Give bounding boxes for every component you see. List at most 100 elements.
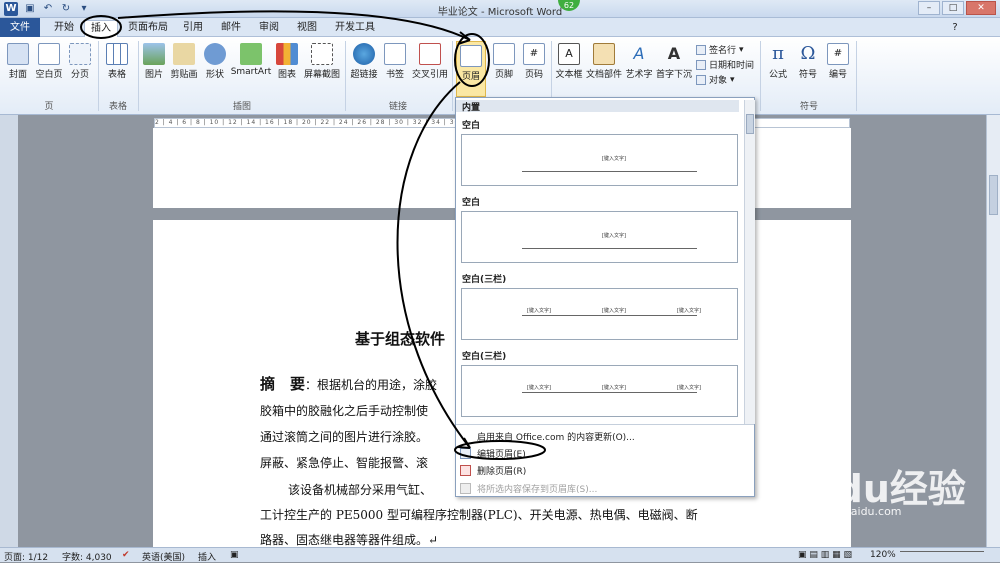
wordart-button[interactable]: A 艺术字 — [624, 43, 654, 80]
status-bar: 页面: 1/12 字数: 4,030 ✔ 英语(美国) 插入 ▣ ▣ ▤ ▥ ▦… — [0, 547, 1000, 563]
gallery-item-label: 空白(三栏) — [462, 275, 507, 285]
group-pages-label: 页 — [44, 102, 54, 112]
table-icon — [106, 43, 128, 65]
menu-remove-header[interactable]: 删除页眉(R) — [460, 464, 526, 477]
customize-qat-icon[interactable]: ▾ — [78, 3, 90, 15]
macro-record-icon[interactable]: ▣ — [230, 550, 239, 560]
tab-view[interactable]: 视图 — [292, 20, 322, 37]
tab-file[interactable]: 文件 — [0, 18, 40, 37]
clipart-button[interactable]: 剪贴画 — [168, 43, 200, 80]
smartart-button[interactable]: SmartArt — [230, 43, 272, 77]
cross-reference-button[interactable]: 交叉引用 — [410, 43, 450, 80]
language[interactable]: 英语(美国) — [142, 550, 185, 563]
page-count[interactable]: 页面: 1/12 — [4, 550, 48, 563]
date-time-button[interactable]: 日期和时间 — [696, 58, 754, 71]
divider — [98, 41, 99, 111]
window-controls: – □ ✕ — [918, 1, 996, 15]
view-buttons[interactable]: ▣ ▤ ▥ ▦ ▧ — [798, 550, 852, 560]
insert-mode[interactable]: 插入 — [198, 550, 216, 563]
header-button[interactable]: 页眉 — [456, 41, 486, 97]
header-option-blank[interactable]: [键入文字] — [461, 211, 738, 263]
ribbon-tabs: 文件 开始 插入 页面布局 引用 邮件 审阅 视图 开发工具 ? — [0, 18, 1000, 37]
gallery-scrollbar[interactable] — [744, 100, 755, 424]
abstract-line: 路器、固态继电器等器件组成。↵ — [260, 533, 439, 547]
equation-button[interactable]: π 公式 — [764, 43, 792, 80]
tab-page-layout[interactable]: 页面布局 — [124, 20, 172, 37]
textbox-button[interactable]: A 文本框 — [554, 43, 584, 80]
quick-parts-icon — [593, 43, 615, 65]
bookmark-icon — [384, 43, 406, 65]
word-logo-icon[interactable]: W — [4, 2, 18, 16]
header-option-three-column[interactable]: [键入文字] [键入文字] [键入文字] — [461, 288, 738, 340]
maximize-button[interactable]: □ — [942, 1, 964, 15]
scrollbar-thumb[interactable] — [989, 175, 998, 215]
shapes-button[interactable]: 形状 — [202, 43, 228, 80]
tab-insert[interactable]: 插入 — [84, 20, 118, 37]
pi-icon: π — [772, 43, 784, 64]
office-icon — [460, 431, 471, 442]
abstract-line: 屏蔽、紧急停止、智能报警、滚 — [260, 456, 429, 470]
close-button[interactable]: ✕ — [966, 1, 996, 15]
redo-icon[interactable]: ↻ — [60, 3, 72, 15]
menu-save-to-gallery[interactable]: 将所选内容保存到页眉库(S)... — [460, 482, 597, 495]
tab-references[interactable]: 引用 — [178, 20, 208, 37]
cross-reference-icon — [419, 43, 441, 65]
save-icon[interactable]: ▣ — [24, 3, 36, 15]
page-break-button[interactable]: 分页 — [66, 43, 94, 80]
proofing-icon[interactable]: ✔ — [122, 550, 130, 560]
blank-page-button[interactable]: 空白页 — [34, 43, 64, 80]
textbox-icon: A — [558, 43, 580, 65]
number-button[interactable]: # 编号 — [824, 43, 852, 80]
minimize-button[interactable]: – — [918, 1, 940, 15]
header-gallery-dropdown: 内置 空白 [键入文字] 空白 [键入文字] 空白(三栏) [键入文字] [键入文… — [455, 97, 755, 497]
drop-cap-button[interactable]: A 首字下沉 — [656, 43, 692, 80]
group-illustrations-label: 插图 — [232, 102, 251, 112]
symbol-button[interactable]: Ω 符号 — [794, 43, 822, 80]
document-title: 基于组态软件 — [355, 330, 446, 348]
word-count[interactable]: 字数: 4,030 — [62, 550, 112, 563]
smartart-icon — [240, 43, 262, 65]
gallery-scroll-thumb[interactable] — [746, 114, 754, 134]
divider — [456, 424, 754, 425]
object-button[interactable]: 对象 ▾ — [696, 73, 735, 86]
calendar-icon — [696, 59, 706, 70]
wordart-icon: A — [633, 44, 645, 63]
vertical-scrollbar[interactable] — [986, 115, 1000, 547]
blank-page-icon — [38, 43, 60, 65]
tab-mailings[interactable]: 邮件 — [216, 20, 246, 37]
shapes-icon — [204, 43, 226, 65]
page-number-icon: # — [523, 43, 545, 65]
quick-parts-button[interactable]: 文档部件 — [586, 43, 622, 80]
divider — [856, 41, 857, 111]
abstract-line: 摘 要：根据机台的用途，涂胶 — [260, 375, 438, 393]
header-option-blank[interactable]: [键入文字] — [461, 134, 738, 186]
undo-icon[interactable]: ↶ — [42, 3, 54, 15]
abstract-line: 通过滚筒之间的图片进行涂胶。 — [260, 430, 429, 444]
signature-line-button[interactable]: 签名行 ▾ — [696, 43, 744, 56]
drop-cap-icon: A — [667, 44, 681, 63]
divider — [138, 41, 139, 111]
page-number-button[interactable]: # 页码 — [520, 43, 548, 80]
cover-page-button[interactable]: 封面 — [4, 43, 32, 80]
screenshot-button[interactable]: 屏幕截图 — [302, 43, 342, 80]
group-symbols-label: 符号 — [799, 102, 818, 112]
zoom-level[interactable]: 120% — [870, 550, 896, 560]
tab-home[interactable]: 开始 — [48, 20, 80, 37]
cover-page-icon — [7, 43, 29, 65]
picture-button[interactable]: 图片 — [142, 43, 166, 80]
tab-developer[interactable]: 开发工具 — [330, 20, 380, 37]
chart-button[interactable]: 图表 — [274, 43, 300, 80]
left-ruler — [0, 115, 18, 547]
zoom-slider[interactable] — [900, 551, 984, 559]
bookmark-button[interactable]: 书签 — [382, 43, 408, 80]
hyperlink-button[interactable]: 超链接 — [348, 43, 380, 80]
footer-button[interactable]: 页脚 — [490, 43, 518, 80]
tab-review[interactable]: 审阅 — [254, 20, 284, 37]
help-icon[interactable]: ? — [948, 20, 962, 37]
header-option-three-column[interactable]: [键入文字] [键入文字] [键入文字] — [461, 365, 738, 417]
menu-edit-header[interactable]: 编辑页眉(E) — [460, 447, 526, 460]
menu-enable-office-updates[interactable]: 启用来自 Office.com 的内容更新(O)... — [460, 430, 635, 443]
table-button[interactable]: 表格 — [102, 43, 132, 80]
remove-header-icon — [460, 465, 471, 476]
footer-icon — [493, 43, 515, 65]
